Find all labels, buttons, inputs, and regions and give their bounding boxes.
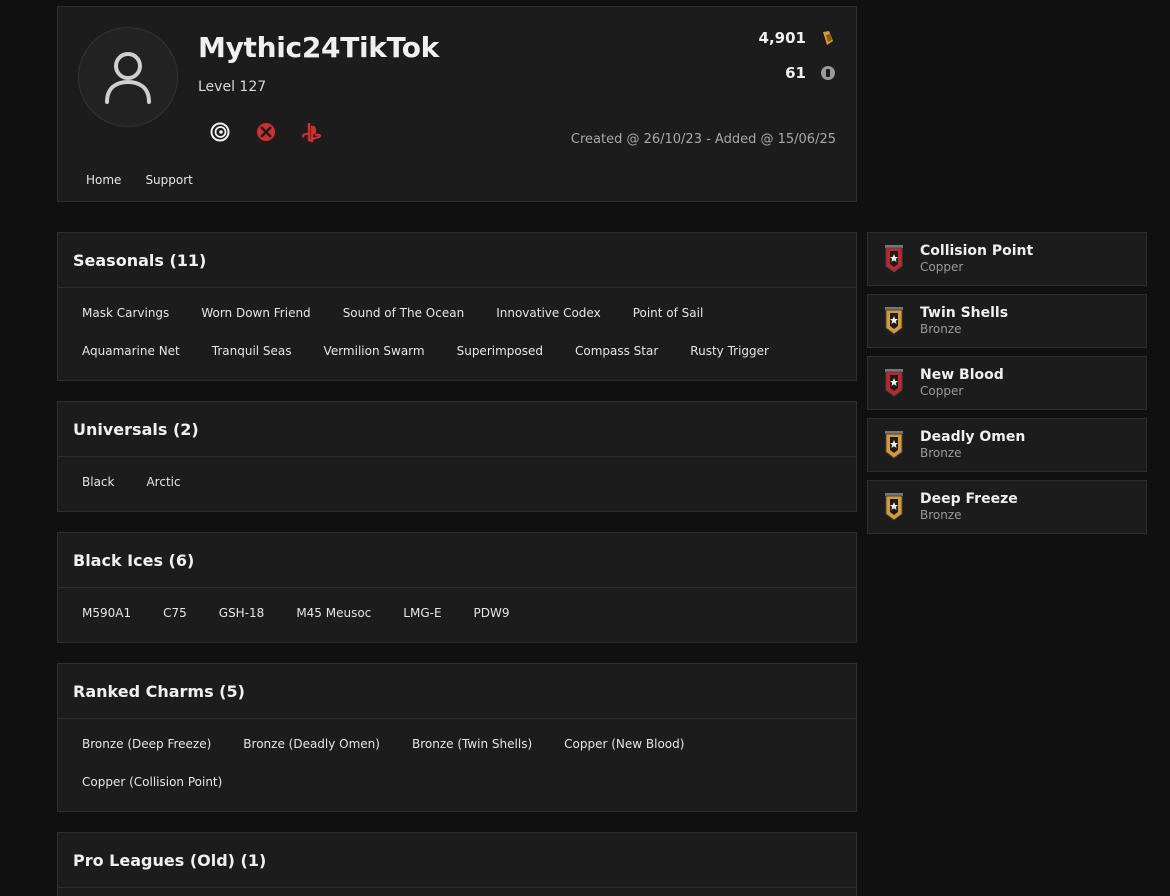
skin-chip[interactable]: Compass Star	[565, 338, 668, 364]
copper-rank-icon	[885, 369, 903, 397]
charm-text: Collision Point Copper	[920, 243, 1033, 275]
platform-list	[208, 120, 324, 144]
bronze-rank-icon	[885, 431, 903, 459]
charm-chip[interactable]: Copper (New Blood)	[554, 731, 694, 757]
renown-value: 61	[785, 64, 806, 82]
skin-chip[interactable]: PDW9	[464, 600, 520, 626]
nav-home-link[interactable]: Home	[86, 173, 121, 187]
charm-item[interactable]: Deadly Omen Bronze	[867, 418, 1147, 472]
charm-name: New Blood	[920, 367, 1004, 383]
charm-item[interactable]: New Blood Copper	[867, 356, 1147, 410]
charm-name: Deep Freeze	[920, 491, 1018, 507]
skin-chip[interactable]: Superimposed	[447, 338, 553, 364]
charm-name: Collision Point	[920, 243, 1034, 259]
ranked-charms-section: Ranked Charms (5) Bronze (Deep Freeze) B…	[57, 663, 857, 812]
chip-list: Bronze (Deep Freeze) Bronze (Deadly Omen…	[58, 719, 856, 813]
username: Mythic24TikTok	[198, 31, 439, 64]
renown-icon	[821, 66, 835, 80]
skin-chip[interactable]: Mask Carvings	[72, 300, 179, 326]
skin-chip[interactable]: Aquamarine Net	[72, 338, 190, 364]
skin-chip[interactable]: Innovative Codex	[486, 300, 611, 326]
skin-chip[interactable]: M590A1	[72, 600, 141, 626]
charm-text: Deadly Omen Bronze	[920, 429, 1025, 461]
section-title: Black Ices (6)	[58, 533, 856, 588]
charm-chip[interactable]: Bronze (Deep Freeze)	[72, 731, 221, 757]
section-title: Seasonals (11)	[58, 233, 856, 288]
chip-list: Black Arctic	[58, 457, 856, 513]
skin-chip[interactable]: Arctic	[136, 469, 190, 495]
profile-header: Mythic24TikTok Level 127 4,901 61 Create…	[57, 6, 857, 202]
ubisoft-icon[interactable]	[208, 120, 232, 144]
avatar	[78, 27, 178, 127]
charm-chip[interactable]: Copper (Collision Point)	[72, 769, 232, 795]
charm-name: Twin Shells	[920, 305, 1009, 321]
skin-chip[interactable]: Rusty Trigger	[680, 338, 779, 364]
skin-chip[interactable]: M45 Meusoc	[286, 600, 381, 626]
skin-chip[interactable]: Tranquil Seas	[202, 338, 302, 364]
credits-icon	[823, 31, 833, 45]
nav-support-link[interactable]: Support	[145, 173, 192, 187]
credits-stat: 4,901	[759, 29, 836, 47]
playstation-icon[interactable]	[300, 120, 324, 144]
player-level: Level 127	[198, 79, 267, 95]
section-title: Ranked Charms (5)	[58, 664, 856, 719]
charm-item[interactable]: Twin Shells Bronze	[867, 294, 1147, 348]
charm-text: Twin Shells Bronze	[920, 305, 1008, 337]
bronze-rank-icon	[885, 493, 903, 521]
charm-name: Deadly Omen	[920, 429, 1026, 445]
charm-text: Deep Freeze Bronze	[920, 491, 1018, 523]
charm-chip[interactable]: Bronze (Twin Shells)	[402, 731, 542, 757]
seasonals-section: Seasonals (11) Mask Carvings Worn Down F…	[57, 232, 857, 381]
charm-text: New Blood Copper	[920, 367, 1004, 399]
section-title: Universals (2)	[58, 402, 856, 457]
xbox-icon[interactable]	[254, 120, 278, 144]
charm-rank: Copper	[920, 260, 964, 274]
chip-list: M590A1 C75 GSH-18 M45 Meusoc LMG-E PDW9	[58, 588, 856, 644]
account-dates: Created @ 26/10/23 - Added @ 15/06/25	[570, 132, 836, 147]
bronze-rank-icon	[885, 307, 903, 335]
skin-chip[interactable]: GSH-18	[209, 600, 275, 626]
section-title: Pro Leagues (Old) (1)	[58, 833, 856, 888]
renown-stat: 61	[785, 64, 836, 82]
charm-rank: Bronze	[920, 508, 962, 522]
skin-chip[interactable]: Sound of The Ocean	[333, 300, 475, 326]
charm-rank: Bronze	[920, 322, 962, 336]
pro-leagues-section: Pro Leagues (Old) (1)	[57, 832, 857, 896]
skin-chip[interactable]: Black	[72, 469, 124, 495]
charm-item[interactable]: Deep Freeze Bronze	[867, 480, 1147, 534]
chip-list: Mask Carvings Worn Down Friend Sound of …	[58, 288, 856, 382]
user-icon	[105, 52, 151, 104]
skin-chip[interactable]: Point of Sail	[623, 300, 714, 326]
charm-rank: Bronze	[920, 446, 962, 460]
skin-chip[interactable]: LMG-E	[393, 600, 451, 626]
black-ices-section: Black Ices (6) M590A1 C75 GSH-18 M45 Meu…	[57, 532, 857, 643]
profile-nav: Home Support	[86, 173, 193, 187]
copper-rank-icon	[885, 245, 903, 273]
credits-value: 4,901	[758, 29, 806, 47]
skin-chip[interactable]: Vermilion Swarm	[314, 338, 435, 364]
skin-chip[interactable]: Worn Down Friend	[191, 300, 320, 326]
charm-item[interactable]: Collision Point Copper	[867, 232, 1147, 286]
charm-chip[interactable]: Bronze (Deadly Omen)	[233, 731, 390, 757]
skin-chip[interactable]: C75	[153, 600, 197, 626]
universals-section: Universals (2) Black Arctic	[57, 401, 857, 512]
charm-rank: Copper	[920, 384, 964, 398]
